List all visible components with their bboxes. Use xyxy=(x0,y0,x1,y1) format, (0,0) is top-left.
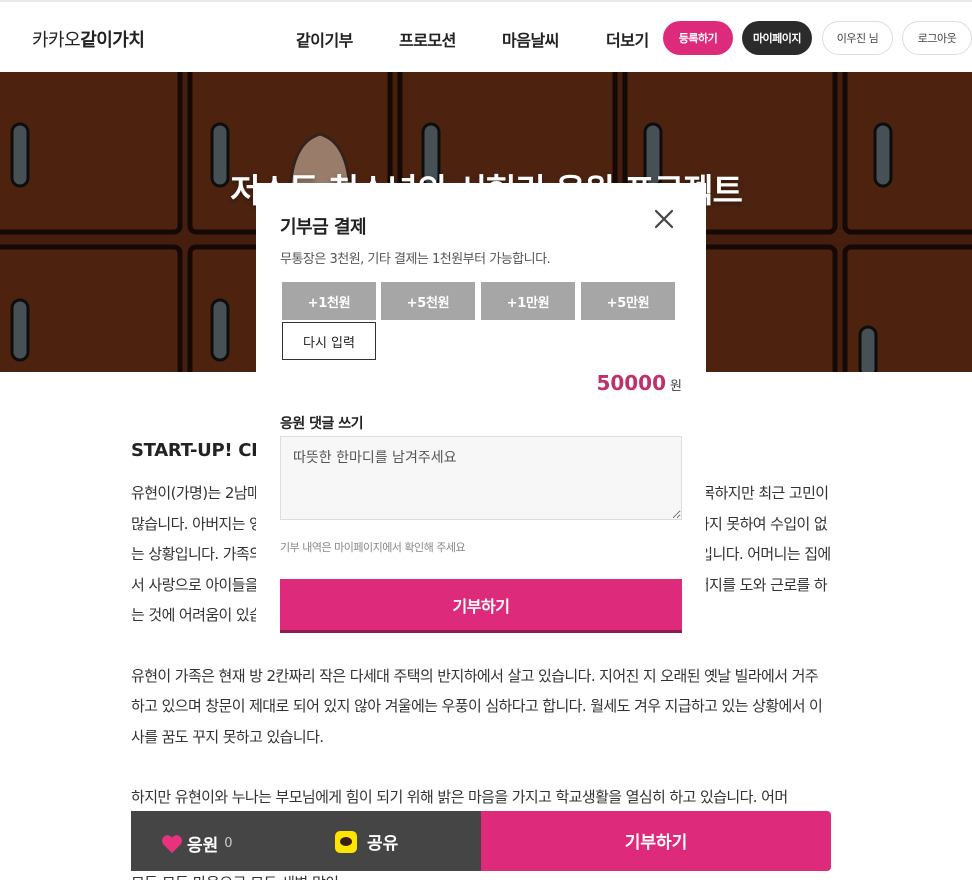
comment-label: 응원 댓글 쓰기 xyxy=(280,416,364,432)
user-name-button[interactable]: 이우진 님 xyxy=(822,21,893,55)
cheer-button[interactable]: 응원 0 xyxy=(161,831,233,856)
amount-unit: 원 xyxy=(670,379,682,394)
modal-title: 기부금 결제 xyxy=(280,217,367,238)
close-icon[interactable] xyxy=(652,207,676,231)
mypage-button[interactable]: 마이페이지 xyxy=(742,21,812,55)
logo-text-light: 카카오 xyxy=(32,30,81,51)
donation-modal: 기부금 결제 무통장은 3천원, 기타 결제는 1천원부터 가능합니다. +1천… xyxy=(256,183,706,643)
add-5000-button[interactable]: +5천원 xyxy=(381,282,475,320)
amount-value: 50000 xyxy=(596,371,667,395)
comment-note: 기부 내역은 마이페이지에서 확인해 주세요 xyxy=(280,541,466,554)
article-trailing-text: 모든 모든 마음으로 모두 새벽 많이 xyxy=(131,872,339,880)
amount-display: 50000 원 xyxy=(596,371,682,395)
article-paragraph: 하지만 유현이와 누나는 부모님에게 힘이 되기 위해 밝은 마음을 가지고 학… xyxy=(131,788,788,806)
bottom-donate-button[interactable]: 기부하기 xyxy=(481,811,831,871)
kakaotalk-icon xyxy=(335,830,357,853)
nav-more[interactable]: 더보기 xyxy=(606,27,649,51)
nav-promotion[interactable]: 프로모션 xyxy=(399,27,456,51)
register-button[interactable]: 등록하기 xyxy=(663,21,733,55)
share-button[interactable]: 공유 xyxy=(335,829,398,854)
article-paragraph: 유현이 가족은 현재 방 2칸짜리 작은 다세대 주택의 반지하에서 살고 있습… xyxy=(131,666,823,746)
add-10000-button[interactable]: +1만원 xyxy=(481,282,575,320)
bottom-action-bar: 응원 0 공유 기부하기 xyxy=(131,811,831,871)
modal-donate-button[interactable]: 기부하기 xyxy=(280,579,682,633)
cheer-count: 0 xyxy=(224,836,233,851)
modal-description: 무통장은 3천원, 기타 결제는 1천원부터 가능합니다. xyxy=(280,252,551,267)
nav-mind-weather[interactable]: 마음날씨 xyxy=(502,27,559,51)
cheer-label: 응원 xyxy=(187,836,219,856)
add-1000-button[interactable]: +1천원 xyxy=(282,282,376,320)
bottom-bar-left: 응원 0 공유 xyxy=(131,811,481,871)
logo-text-bold: 같이가치 xyxy=(80,30,145,51)
kakao-gachi-logo[interactable]: 카카오같이가치 xyxy=(32,26,145,52)
top-header: 카카오같이가치 같이기부 프로모션 마음날씨 더보기 등록하기 마이페이지 이우… xyxy=(0,0,972,72)
heart-icon xyxy=(162,834,182,853)
comment-input[interactable] xyxy=(280,436,682,520)
logout-button[interactable]: 로그아웃 xyxy=(902,21,972,55)
add-50000-button[interactable]: +5만원 xyxy=(581,282,675,320)
share-label: 공유 xyxy=(367,834,399,854)
nav-together-donate[interactable]: 같이기부 xyxy=(296,27,353,51)
reset-amount-button[interactable]: 다시 입력 xyxy=(282,322,376,360)
